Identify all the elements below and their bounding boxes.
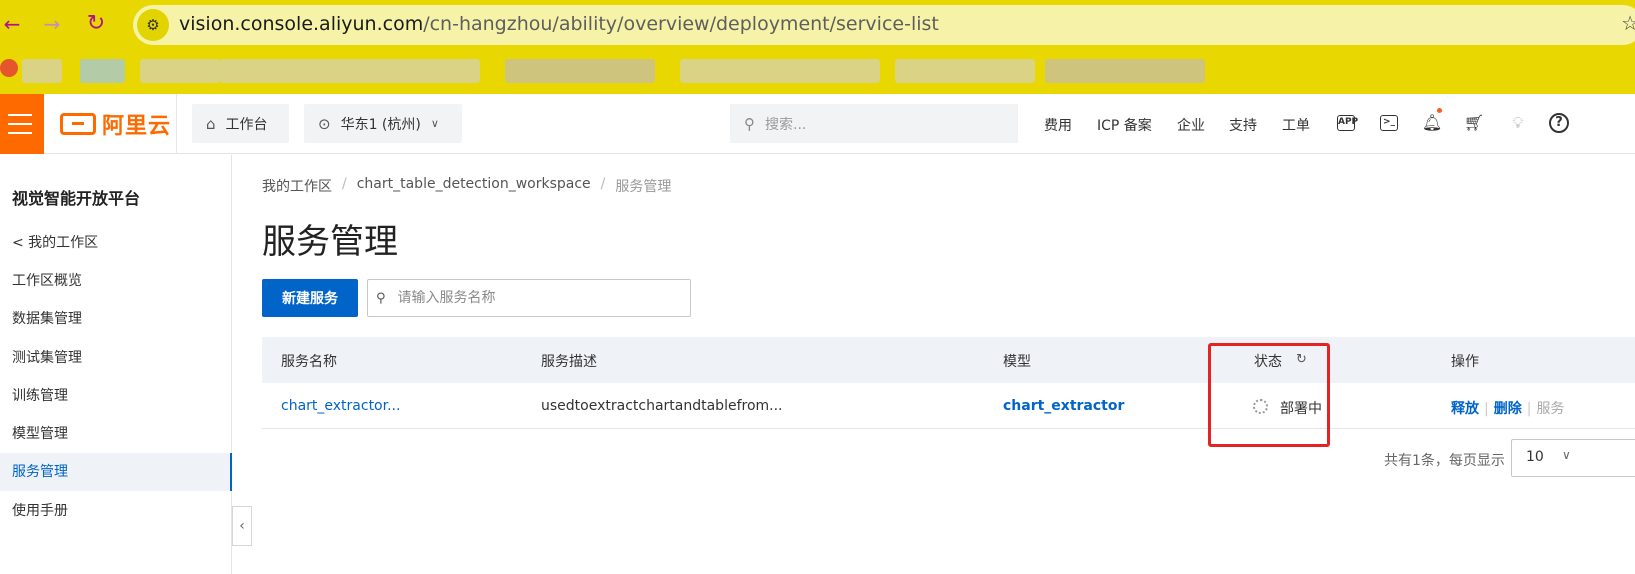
bulb-icon[interactable]: 💡︎	[1507, 112, 1529, 134]
breadcrumb-workspace-name[interactable]: chart_table_detection_workspace	[357, 176, 591, 196]
table-row: chart_extractor... usedtoextractchartand…	[262, 384, 1635, 429]
bookmark-item[interactable]	[220, 59, 480, 83]
search-icon: ⚲	[376, 290, 386, 306]
service-search-box: ⚲	[367, 279, 691, 317]
aliyun-logo[interactable]: 阿里云	[60, 110, 172, 139]
service-search-input[interactable]	[397, 290, 668, 306]
create-service-button[interactable]: 新建服务	[262, 279, 358, 317]
sidebar-item-manual[interactable]: 使用手册	[0, 492, 232, 530]
delete-button[interactable]: 删除	[1494, 401, 1522, 417]
nav-link-billing[interactable]: 费用	[1044, 115, 1072, 135]
nav-link-ticket[interactable]: 工单	[1282, 115, 1310, 135]
app-icon[interactable]: APP	[1337, 115, 1358, 131]
column-header-model: 模型	[1003, 354, 1031, 370]
sidebar-item-testset[interactable]: 测试集管理	[0, 339, 232, 377]
nav-divider	[176, 94, 177, 154]
workbench-label: 工作台	[225, 116, 268, 133]
sidebar-item-dataset[interactable]: 数据集管理	[0, 300, 232, 338]
console-top-nav: 阿里云 ⌂ 工作台 ⊙ 华东1 (杭州) ∨ ⚲ 搜索... 费用 ICP 备案…	[0, 94, 1635, 154]
breadcrumb-separator: /	[342, 176, 347, 192]
workbench-button[interactable]: ⌂ 工作台	[192, 104, 289, 143]
service-name-link[interactable]: chart_extractor...	[281, 398, 400, 414]
page-title: 服务管理	[262, 222, 398, 262]
bookmark-favicon	[0, 59, 18, 77]
cart-icon[interactable]: 🛒︎	[1463, 112, 1485, 134]
nav-link-icp[interactable]: ICP 备案	[1097, 115, 1152, 135]
breadcrumb: 我的工作区 / chart_table_detection_workspace …	[262, 176, 671, 196]
breadcrumb-workspace[interactable]: 我的工作区	[262, 176, 332, 196]
forward-icon[interactable]: →	[40, 12, 64, 36]
bookmark-item[interactable]	[22, 59, 62, 83]
table-header: 服务名称 服务描述 模型 状态 ↻ 操作	[262, 337, 1635, 383]
terminal-icon[interactable]: >_	[1380, 115, 1398, 131]
service-description: usedtoextractchartandtablefrom...	[541, 398, 783, 414]
site-info-icon[interactable]: ⚙	[137, 9, 169, 41]
column-header-actions: 操作	[1451, 354, 1479, 370]
service-call-button[interactable]: 服务	[1536, 401, 1564, 417]
location-icon: ⊙	[318, 114, 331, 133]
chevron-down-icon: ∨	[430, 117, 439, 130]
sidebar-item-service[interactable]: 服务管理	[0, 453, 232, 491]
bookmark-item[interactable]	[505, 59, 655, 83]
pagination-summary: 共有1条，每页显示	[1384, 453, 1505, 469]
browser-toolbar: ← → ↻ ⚙ vision.console.aliyun.com/cn-han…	[0, 0, 1635, 50]
bell-icon[interactable]: 🔔︎	[1421, 112, 1443, 134]
row-actions: 释放 | 删除 | 服务	[1451, 401, 1565, 417]
bookmark-item[interactable]	[1045, 59, 1205, 83]
bookmark-item[interactable]	[140, 59, 220, 83]
url-path: /cn-hangzhou/ability/overview/deployment…	[423, 13, 939, 35]
nav-link-enterprise[interactable]: 企业	[1177, 115, 1205, 135]
menu-icon[interactable]	[0, 94, 44, 154]
model-link[interactable]: chart_extractor	[1003, 398, 1124, 414]
bookmark-item[interactable]	[680, 59, 880, 83]
logo-text: 阿里云	[102, 114, 172, 139]
column-header-name: 服务名称	[281, 354, 337, 370]
sidebar-title: 视觉智能开放平台	[12, 189, 141, 208]
region-selector[interactable]: ⊙ 华东1 (杭州) ∨	[304, 104, 462, 143]
page-size-value: 10	[1526, 449, 1544, 465]
bookmark-item[interactable]	[895, 59, 1035, 83]
reload-icon[interactable]: ↻	[84, 12, 108, 36]
bookmark-item[interactable]	[80, 59, 125, 83]
search-icon: ⚲	[744, 114, 755, 133]
sidebar-item-workspace-overview[interactable]: 工作区概览	[0, 262, 232, 300]
home-icon: ⌂	[206, 114, 216, 133]
sidebar-item-model[interactable]: 模型管理	[0, 415, 232, 453]
global-search-placeholder: 搜索...	[765, 116, 807, 133]
page-size-select[interactable]: 10 ∨	[1511, 439, 1635, 477]
nav-link-support[interactable]: 支持	[1229, 115, 1257, 135]
help-icon[interactable]: ?	[1549, 113, 1569, 133]
status-highlight-box	[1208, 343, 1330, 447]
breadcrumb-separator: /	[600, 176, 606, 192]
release-button[interactable]: 释放	[1451, 401, 1479, 417]
url-text[interactable]: vision.console.aliyun.com/cn-hangzhou/ab…	[179, 13, 939, 35]
bookmark-star-icon[interactable]: ☆	[1621, 11, 1635, 35]
bookmarks-bar	[0, 50, 1635, 94]
notification-dot	[1437, 108, 1442, 113]
sidebar: 视觉智能开放平台 < 我的工作区 工作区概览 数据集管理 测试集管理 训练管理 …	[0, 155, 232, 574]
sidebar-item-back-workspace[interactable]: < 我的工作区	[0, 224, 232, 262]
chevron-down-icon: ∨	[1562, 448, 1571, 462]
region-label: 华东1 (杭州)	[340, 116, 421, 133]
address-bar[interactable]: ⚙ vision.console.aliyun.com/cn-hangzhou/…	[133, 5, 1635, 45]
collapse-sidebar-icon[interactable]: ‹	[232, 506, 252, 546]
column-header-description: 服务描述	[541, 354, 597, 370]
global-search-input[interactable]: ⚲ 搜索...	[730, 104, 1018, 143]
url-host: vision.console.aliyun.com	[179, 13, 424, 35]
aliyun-logo-mark	[60, 113, 96, 135]
sidebar-item-training[interactable]: 训练管理	[0, 377, 232, 415]
back-icon[interactable]: ←	[0, 12, 24, 36]
breadcrumb-current: 服务管理	[615, 179, 672, 195]
